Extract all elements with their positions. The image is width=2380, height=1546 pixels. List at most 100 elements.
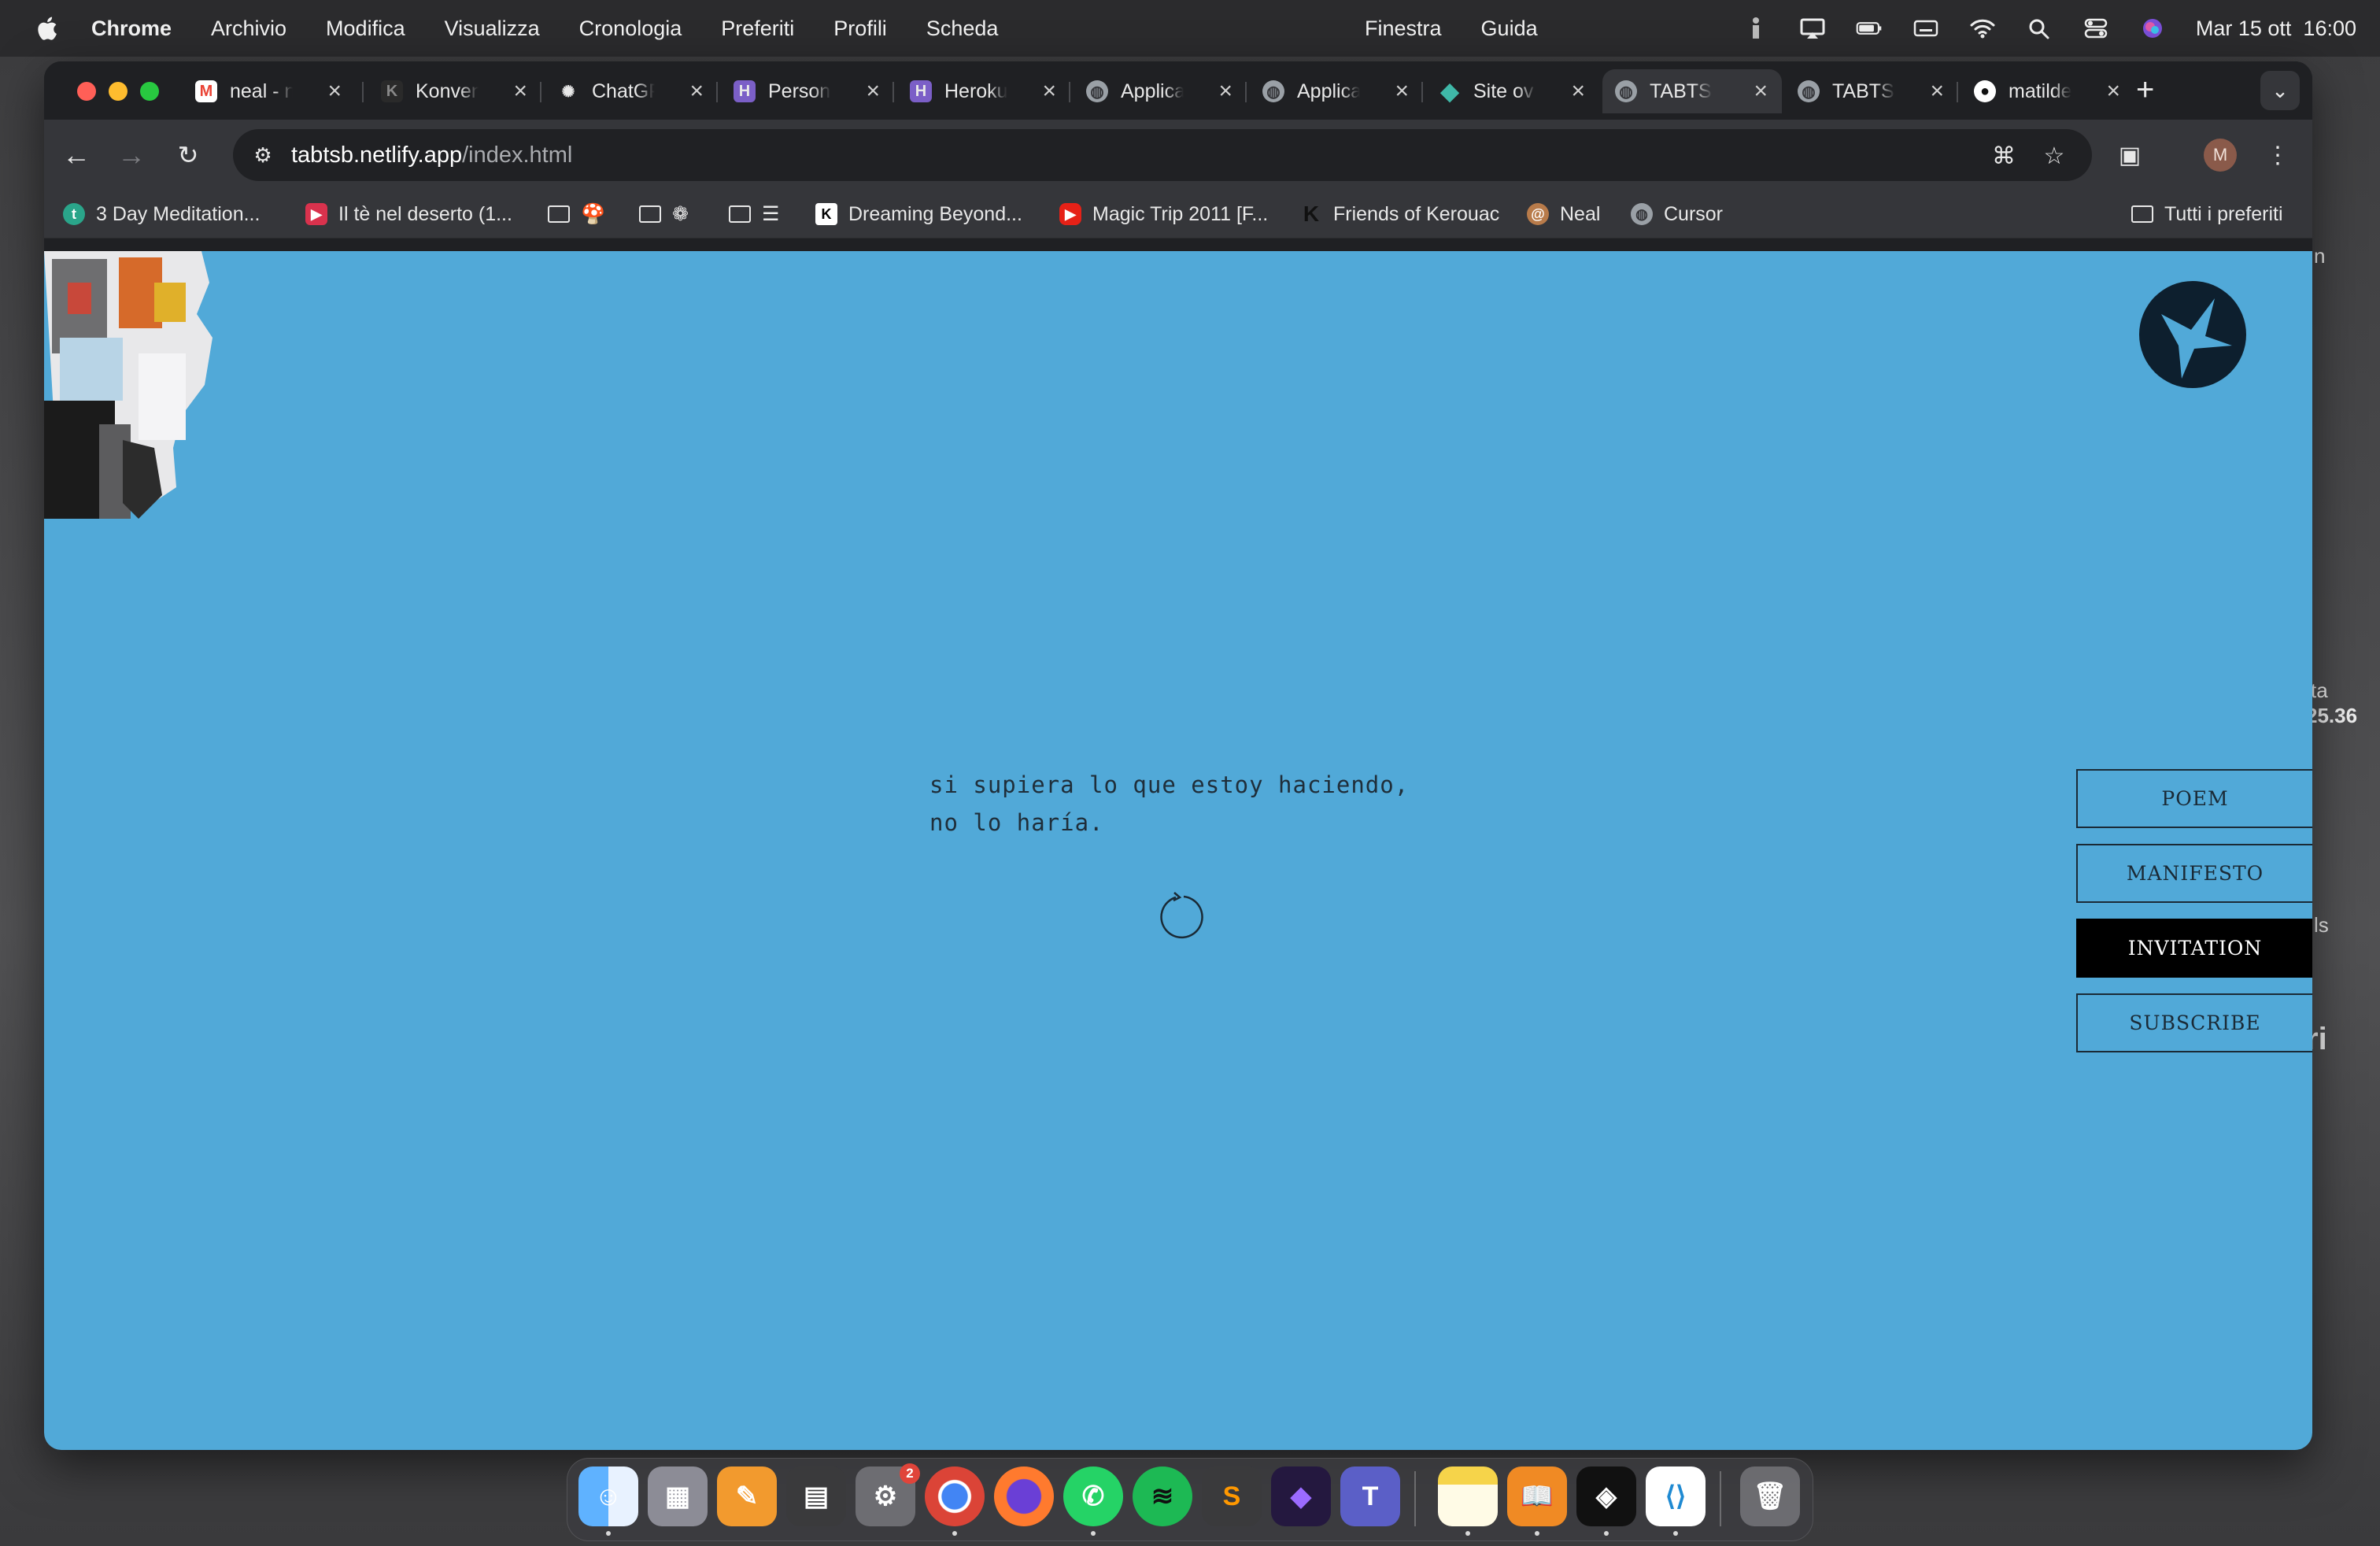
tab-applica-1[interactable]: ◍ Applica × [1074, 69, 1247, 113]
site-info-icon[interactable]: ⚙ [247, 139, 279, 171]
bookmark-cursor[interactable]: ◍ Cursor [1631, 200, 1723, 228]
system-settings-icon[interactable]: ⚙ 2 [856, 1463, 920, 1526]
close-tab-icon[interactable]: × [1754, 78, 1768, 105]
close-tab-icon[interactable]: × [1042, 78, 1056, 105]
zoom-window-button[interactable] [140, 82, 159, 101]
reload-button[interactable]: ↻ [170, 137, 206, 173]
chrome-icon[interactable] [925, 1466, 985, 1526]
screen-mirroring-icon[interactable] [1799, 17, 1826, 40]
menubar-clock[interactable]: Mar 15 ott 16:00 [2196, 17, 2356, 41]
tab-tabtsb[interactable]: ◍ TABTSB × [1785, 69, 1958, 113]
nav-invitation[interactable]: INVITATION [2076, 919, 2312, 978]
nav-manifesto[interactable]: MANIFESTO [2076, 844, 2312, 903]
address-bar[interactable]: ⚙ tabtsb.netlify.app/index.html ⌘ ☆ [233, 129, 2092, 181]
close-tab-icon[interactable]: × [1930, 78, 1944, 105]
menu-scheda[interactable]: Scheda [926, 17, 999, 41]
menu-modifica[interactable]: Modifica [326, 17, 405, 41]
bird-logo-icon[interactable] [2138, 279, 2248, 390]
tab-site-overview[interactable]: ◆ Site ov × [1426, 69, 1599, 113]
globe-icon: ◍ [1798, 80, 1820, 102]
close-window-button[interactable] [77, 82, 96, 101]
bookmark-folder[interactable]: ☰ [729, 200, 779, 228]
close-tab-icon[interactable]: × [327, 78, 342, 105]
bookmark-friends-of-kerouac[interactable]: K Friends of Kerouac [1300, 200, 1499, 228]
tab-personal[interactable]: H Person × [721, 69, 894, 113]
back-button[interactable]: ← [58, 137, 94, 173]
tab-github[interactable]: ● matilde × [1961, 69, 2134, 113]
whatsapp-icon[interactable]: ✆ [1063, 1466, 1123, 1526]
tab-konven[interactable]: K Konven × [368, 69, 541, 113]
launchpad-icon[interactable]: ▦ [648, 1466, 708, 1526]
menu-profili[interactable]: Profili [833, 17, 887, 41]
forward-button[interactable]: → [113, 137, 150, 173]
bookmark-te-nel-deserto[interactable]: ▶ Il tè nel deserto (1... [305, 200, 512, 228]
menu-finestra[interactable]: Finestra [1365, 17, 1442, 41]
close-tab-icon[interactable]: × [1218, 78, 1232, 105]
sublime-text-icon[interactable]: S [1202, 1466, 1262, 1526]
bookmark-dreaming-beyond[interactable]: K Dreaming Beyond... [815, 200, 1022, 228]
bookmark-folder[interactable]: ❁ [639, 200, 689, 228]
pages-icon[interactable]: ✎ [717, 1466, 777, 1526]
accessibility-icon[interactable] [1743, 17, 1769, 40]
url-path: /index.html [462, 142, 573, 168]
teams-icon[interactable]: T [1340, 1466, 1400, 1526]
menu-preferiti[interactable]: Preferiti [721, 17, 794, 41]
more-menu-icon[interactable]: ⋮ [2264, 141, 2292, 169]
nav-subscribe[interactable]: SUBSCRIBE [2076, 993, 2312, 1052]
all-bookmarks-folder[interactable]: Tutti i preferiti [2131, 200, 2283, 228]
bookmark-neal[interactable]: @ Neal [1527, 200, 1600, 228]
minimize-window-button[interactable] [109, 82, 128, 101]
bookmark-meditation[interactable]: t 3 Day Meditation... [63, 200, 260, 228]
tab-applica-2[interactable]: ◍ Applica × [1250, 69, 1423, 113]
unity-icon[interactable]: ◈ [1576, 1466, 1636, 1526]
obsidian-icon[interactable]: ◆ [1271, 1466, 1331, 1526]
close-tab-icon[interactable]: × [2106, 78, 2120, 105]
apple-icon[interactable] [35, 15, 58, 42]
close-tab-icon[interactable]: × [1571, 78, 1585, 105]
tab-chatgpt[interactable]: ✺ ChatGP × [545, 69, 718, 113]
globe-icon: ◍ [1262, 80, 1284, 102]
menu-archivio[interactable]: Archivio [211, 17, 286, 41]
tab-heroku[interactable]: H Heroku × [897, 69, 1070, 113]
close-tab-icon[interactable]: × [1395, 78, 1409, 105]
wifi-icon[interactable] [1969, 17, 1996, 40]
siri-icon[interactable] [2139, 17, 2166, 40]
notes-icon[interactable] [1438, 1466, 1498, 1526]
menu-visualizza[interactable]: Visualizza [445, 17, 540, 41]
desktop-text-fragment: 25.36 [2306, 704, 2358, 727]
vscode-icon[interactable]: ⟨⟩ [1646, 1466, 1706, 1526]
desktop-text-fragment: ls [2314, 913, 2329, 937]
keyboard-icon[interactable] [1913, 17, 1939, 40]
books-icon[interactable]: 📖 [1507, 1466, 1567, 1526]
bookmark-magic-trip[interactable]: ▶ Magic Trip 2011 [F... [1059, 200, 1268, 228]
translate-icon[interactable]: ⌘ [1990, 142, 2018, 170]
gmail-icon: M [195, 80, 217, 102]
close-tab-icon[interactable]: × [689, 78, 704, 105]
finder-icon[interactable]: ☺ [578, 1466, 638, 1526]
tab-gmail[interactable]: M neal - n × [183, 69, 356, 113]
tab-tabtsb-active[interactable]: ◍ TABTSB × [1602, 69, 1782, 113]
profile-avatar[interactable]: M [2204, 139, 2237, 172]
bookmark-folder[interactable]: 🍄 [548, 200, 605, 228]
firefox-icon[interactable] [994, 1466, 1054, 1526]
close-tab-icon[interactable]: × [866, 78, 880, 105]
calculator-icon[interactable]: ▤ [786, 1466, 846, 1526]
control-center-icon[interactable] [2082, 17, 2109, 40]
menu-cronologia[interactable]: Cronologia [579, 17, 682, 41]
nav-poem[interactable]: POEM [2076, 769, 2312, 828]
extensions-icon[interactable]: ▣ [2116, 141, 2144, 169]
close-tab-icon[interactable]: × [513, 78, 527, 105]
meditation-icon: t [63, 203, 85, 225]
url-text[interactable]: tabtsb.netlify.app/index.html [291, 142, 572, 168]
menu-app-name[interactable]: Chrome [91, 17, 172, 41]
trash-icon[interactable]: 🗑 [1740, 1466, 1800, 1526]
tab-search-button[interactable]: ⌄ [2260, 71, 2300, 110]
spotify-icon[interactable]: ≋ [1133, 1466, 1192, 1526]
menu-guida[interactable]: Guida [1481, 17, 1538, 41]
search-icon[interactable] [2026, 17, 2053, 40]
bookmark-star-icon[interactable]: ☆ [2040, 142, 2068, 170]
battery-icon[interactable] [1856, 17, 1883, 40]
new-tab-button[interactable]: + [2136, 72, 2154, 108]
tab-strip: M neal - n × K Konven × ✺ ChatGP × H Per… [44, 61, 2312, 120]
reload-spinner-icon[interactable] [1154, 890, 1204, 941]
